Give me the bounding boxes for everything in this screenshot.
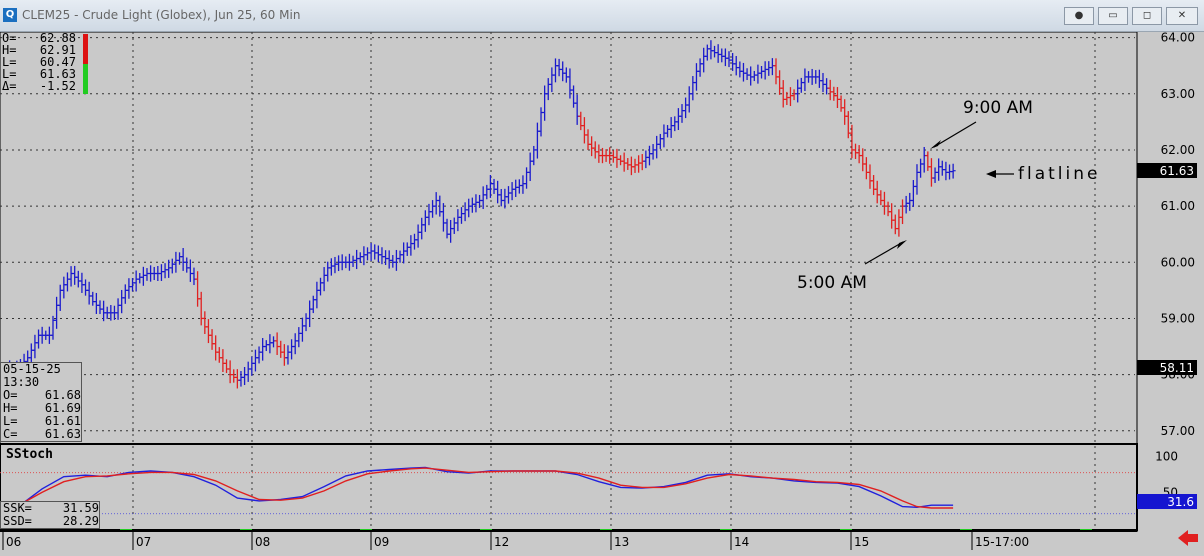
annotation-5am: 5:00 AM (797, 273, 867, 293)
time-tick-label: 08 (255, 535, 270, 549)
stoch-tick-label: 100 (1155, 450, 1178, 464)
annotation-9am: 9:00 AM (963, 98, 1033, 118)
price-tick-label: 62.00 (1161, 143, 1195, 157)
time-tick-label: 14 (734, 535, 749, 549)
stoch-readout: SSK= 31.59 SSD= 28.29 (0, 501, 100, 529)
time-tick-label: 15-17:00 (975, 535, 1029, 549)
time-tick-label: 09 (374, 535, 389, 549)
window-titlebar: Q CLEM25 - Crude Light (Globex), Jun 25,… (0, 0, 1204, 32)
cursor-price-label: 58.11 (1160, 361, 1194, 375)
price-tick-label: 57.00 (1161, 424, 1195, 438)
record-icon[interactable]: ● (1064, 7, 1094, 25)
range-bar-green (83, 64, 88, 94)
time-tick-label: 06 (6, 535, 21, 549)
close-icon[interactable]: ✕ (1166, 7, 1198, 25)
app-logo-icon: Q (3, 8, 17, 22)
ohlc-readout: O= 62.88 H= 62.91 L= 60.47 L= 61.63 Δ= -1.52 (2, 32, 88, 94)
price-tick-label: 61.00 (1161, 199, 1195, 213)
time-tick-label: 15 (854, 535, 869, 549)
annotation-flatline: flatline (1018, 164, 1100, 184)
price-tick-label: 63.00 (1161, 87, 1195, 101)
price-tick-label: 64.00 (1161, 32, 1195, 45)
price-tick-label: 60.00 (1161, 255, 1195, 269)
restore-icon[interactable]: ◻ (1132, 7, 1162, 25)
price-tick-label: 59.00 (1161, 311, 1195, 325)
minimize-icon[interactable]: ▭ (1098, 7, 1128, 25)
stoch-title: SStoch (6, 447, 53, 462)
stoch-last-label: 31.6 (1167, 495, 1194, 509)
range-bar-red (83, 34, 88, 64)
time-tick-label: 07 (136, 535, 151, 549)
time-tick-label: 12 (494, 535, 509, 549)
last-price-label: 61.63 (1160, 164, 1194, 178)
window-title: CLEM25 - Crude Light (Globex), Jun 25, 6… (22, 8, 301, 22)
price-chart[interactable]: 64.0063.0062.0061.0060.0059.0058.0057.00… (0, 32, 1204, 556)
cursor-readout: 05-15-25 13:30 O= 61.68 H= 61.69 L= 61.61 C… (0, 362, 82, 442)
time-tick-label: 13 (614, 535, 629, 549)
